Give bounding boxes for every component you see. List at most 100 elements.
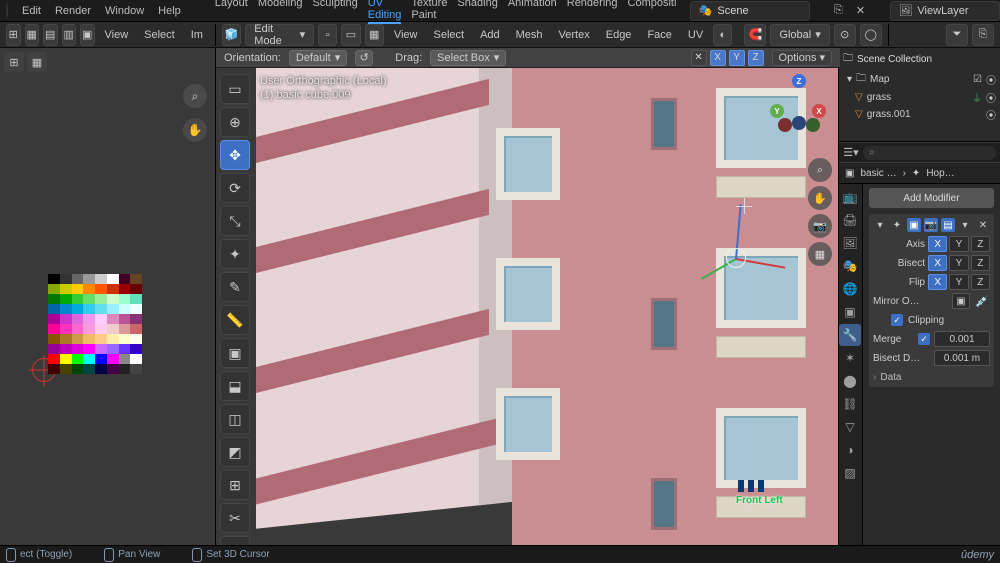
- select-mode-edge[interactable]: ▭: [341, 24, 360, 46]
- bisect-z[interactable]: Z: [971, 255, 990, 271]
- nav-gizmo[interactable]: X Y Z: [772, 76, 828, 132]
- visibility-icon[interactable]: ⦿: [986, 72, 996, 87]
- overlay-toggle-icon[interactable]: ◐: [713, 24, 732, 46]
- menu-edit[interactable]: Edit: [22, 5, 41, 17]
- axis-y-icon[interactable]: Y: [770, 104, 784, 118]
- flip-y[interactable]: Y: [949, 274, 968, 290]
- constrain-y[interactable]: Y: [729, 50, 745, 66]
- disclosure-icon[interactable]: ▾: [873, 218, 887, 232]
- tool-measure[interactable]: 📏: [220, 305, 250, 335]
- hand-pan-icon[interactable]: ✋: [183, 118, 207, 142]
- ptab-object[interactable]: ▣: [839, 301, 861, 323]
- tool-transform[interactable]: ✦: [220, 239, 250, 269]
- tab-layout[interactable]: Layout: [215, 0, 248, 24]
- ptab-mesh[interactable]: ▽: [839, 416, 861, 438]
- menu-edge[interactable]: Edge: [600, 29, 638, 41]
- tool-poly-build[interactable]: ▲: [220, 536, 250, 545]
- uv-editor[interactable]: ⊞ ▦ ⌕ ✋: [0, 48, 216, 545]
- axis-z[interactable]: Z: [971, 236, 990, 252]
- lock-icon[interactable]: ✕: [691, 50, 707, 66]
- uv-editor-type-icon[interactable]: ⊞: [6, 24, 21, 46]
- merge-checkbox[interactable]: ✓: [918, 333, 930, 345]
- disclosure-icon[interactable]: ▾: [847, 74, 852, 85]
- magnet-icon[interactable]: 🧲: [744, 24, 766, 46]
- ptab-particles[interactable]: ✶: [839, 347, 861, 369]
- visibility-icon[interactable]: ⦿: [986, 107, 996, 122]
- tool-bevel[interactable]: ◩: [220, 437, 250, 467]
- uv-sync-icon[interactable]: ▦: [27, 52, 47, 72]
- tool-extrude[interactable]: ⬓: [220, 371, 250, 401]
- uv-mode-4[interactable]: ▣: [80, 24, 95, 46]
- transform-orientation-dropdown[interactable]: Global ▾: [770, 24, 829, 46]
- select-mode-vertex[interactable]: ▫: [318, 24, 337, 46]
- filter-dropdown-icon[interactable]: ☰▾: [843, 145, 859, 161]
- constrain-z[interactable]: Z: [748, 50, 764, 66]
- ptab-output[interactable]: 🖨: [839, 209, 861, 231]
- tab-animation[interactable]: Animation: [508, 0, 557, 24]
- editor-type-icon[interactable]: 🧊: [222, 24, 241, 46]
- tab-compositing[interactable]: Compositi: [628, 0, 677, 24]
- filter-icon[interactable]: ⏚: [972, 90, 982, 105]
- select-mode-face[interactable]: ▦: [365, 24, 384, 46]
- mod-apply-dropdown-icon[interactable]: ▾: [958, 218, 972, 232]
- axis-x[interactable]: X: [928, 236, 947, 252]
- tool-select-box[interactable]: ▭: [220, 74, 250, 104]
- tool-options-dropdown[interactable]: Options ▾: [772, 50, 832, 66]
- menu-face[interactable]: Face: [641, 29, 677, 41]
- menu-add[interactable]: Add: [474, 29, 506, 41]
- uv-mode-1[interactable]: ▦: [25, 24, 40, 46]
- uv-select-menu[interactable]: Select: [138, 29, 181, 41]
- bc-object[interactable]: basic …: [860, 168, 896, 179]
- collection-map[interactable]: Map: [870, 74, 889, 85]
- scene-selector[interactable]: 🎭 Scene: [690, 1, 810, 21]
- menu-window[interactable]: Window: [105, 5, 144, 17]
- ptab-render[interactable]: 📺: [839, 186, 861, 208]
- proportional-edit-icon[interactable]: ◯: [860, 24, 882, 46]
- bisect-y[interactable]: Y: [949, 255, 968, 271]
- clipping-checkbox[interactable]: ✓: [891, 314, 903, 326]
- uv-mode-3[interactable]: ▥: [62, 24, 77, 46]
- remove-scene-icon[interactable]: ✕: [852, 3, 868, 19]
- mod-show-viewport-icon[interactable]: ▣: [907, 218, 921, 232]
- ptab-modifiers[interactable]: 🔧: [839, 324, 861, 346]
- bc-modifier[interactable]: Hop…: [926, 168, 954, 179]
- color-palette[interactable]: [48, 274, 142, 374]
- uv-view-menu[interactable]: View: [99, 29, 135, 41]
- ptab-physics[interactable]: ⬤: [839, 370, 861, 392]
- hand-pan-icon[interactable]: ✋: [808, 186, 832, 210]
- menu-mesh[interactable]: Mesh: [510, 29, 549, 41]
- zoom-icon[interactable]: ⌕: [183, 84, 207, 108]
- ptab-constraints[interactable]: ⛓: [839, 393, 861, 415]
- orientation-reset[interactable]: ↺: [355, 50, 373, 66]
- ptab-viewlayer[interactable]: 🖼: [839, 232, 861, 254]
- axis-x-icon[interactable]: X: [812, 104, 826, 118]
- constrain-x[interactable]: X: [710, 50, 726, 66]
- camera-view-icon[interactable]: 📷: [808, 214, 832, 238]
- flip-z[interactable]: Z: [971, 274, 990, 290]
- bisect-distance-field[interactable]: 0.001 m: [934, 350, 990, 366]
- tool-scale[interactable]: ⤡: [220, 206, 250, 236]
- axis-y[interactable]: Y: [949, 236, 968, 252]
- pivot-dropdown-icon[interactable]: ⊙: [834, 24, 856, 46]
- menu-render[interactable]: Render: [55, 5, 91, 17]
- axis-z-icon[interactable]: Z: [792, 74, 806, 88]
- outliner-item[interactable]: grass.001: [867, 109, 911, 120]
- outliner-filter-icon[interactable]: ⏷: [946, 24, 968, 46]
- menu-uv[interactable]: UV: [682, 29, 709, 41]
- orientation-dropdown[interactable]: Default ▾: [289, 50, 347, 66]
- tab-rendering[interactable]: Rendering: [567, 0, 618, 24]
- tool-cursor[interactable]: ⊕: [220, 107, 250, 137]
- ptab-scene[interactable]: 🎭: [839, 255, 861, 277]
- 3d-viewport[interactable]: ▭ ⊕ ✥ ⟳ ⤡ ✦ ✎ 📏 ▣ ⬓ ◫ ◩ ⊞ ✂ ▲ User Ortho…: [216, 48, 838, 545]
- mode-dropdown[interactable]: Edit Mode ▾: [245, 24, 314, 46]
- tool-move[interactable]: ✥: [220, 140, 250, 170]
- tool-add-cube[interactable]: ▣: [220, 338, 250, 368]
- tab-modeling[interactable]: Modeling: [258, 0, 303, 24]
- flip-x[interactable]: X: [928, 274, 947, 290]
- ptab-texture[interactable]: ▨: [839, 462, 861, 484]
- outliner-new-icon[interactable]: ⎘: [972, 24, 994, 46]
- tool-knife[interactable]: ✂: [220, 503, 250, 533]
- menu-vertex[interactable]: Vertex: [553, 29, 596, 41]
- outliner[interactable]: 🗀Scene Collection ▾ 🗀 Map ☑ ⦿ ▽ grass ⏚ …: [839, 48, 1000, 142]
- axis-neg-x-icon[interactable]: [778, 118, 792, 132]
